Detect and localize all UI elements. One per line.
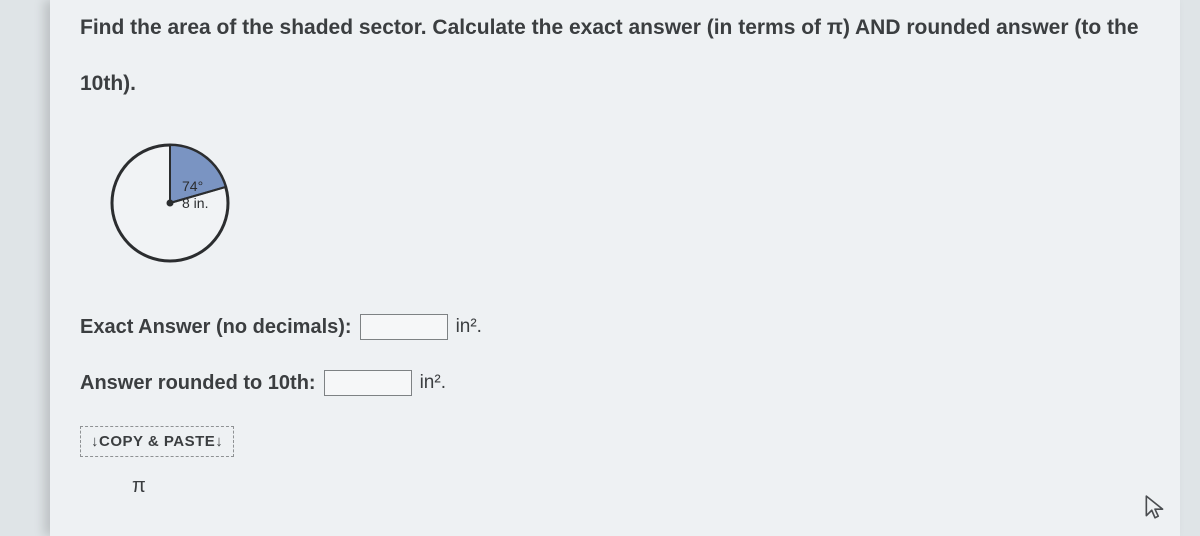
question-line-2: 10th). bbox=[80, 68, 1160, 100]
rounded-answer-unit: in². bbox=[420, 372, 446, 394]
exact-answer-row: Exact Answer (no decimals): in². bbox=[80, 314, 1180, 340]
rounded-answer-input[interactable] bbox=[324, 370, 412, 396]
cursor-icon bbox=[1142, 494, 1168, 520]
copy-paste-label: ↓COPY & PASTE↓ bbox=[80, 426, 234, 457]
exact-answer-input[interactable] bbox=[360, 314, 448, 340]
exact-answer-label: Exact Answer (no decimals): bbox=[80, 316, 352, 339]
pi-symbol[interactable]: π bbox=[132, 475, 1180, 498]
circle-sector-svg: 74° 8 in. bbox=[100, 133, 250, 273]
angle-label: 74° bbox=[182, 178, 203, 194]
sector-diagram: 74° 8 in. bbox=[100, 133, 1180, 278]
worksheet-page: Find the area of the shaded sector. Calc… bbox=[50, 0, 1180, 536]
rounded-answer-row: Answer rounded to 10th: in². bbox=[80, 370, 1180, 396]
question-line-1: Find the area of the shaded sector. Calc… bbox=[80, 16, 1139, 39]
radius-label: 8 in. bbox=[182, 195, 208, 211]
rounded-answer-label: Answer rounded to 10th: bbox=[80, 372, 316, 395]
question-text: Find the area of the shaded sector. Calc… bbox=[80, 12, 1180, 99]
copy-paste-section: ↓COPY & PASTE↓ bbox=[80, 426, 1180, 457]
exact-answer-unit: in². bbox=[456, 316, 482, 338]
